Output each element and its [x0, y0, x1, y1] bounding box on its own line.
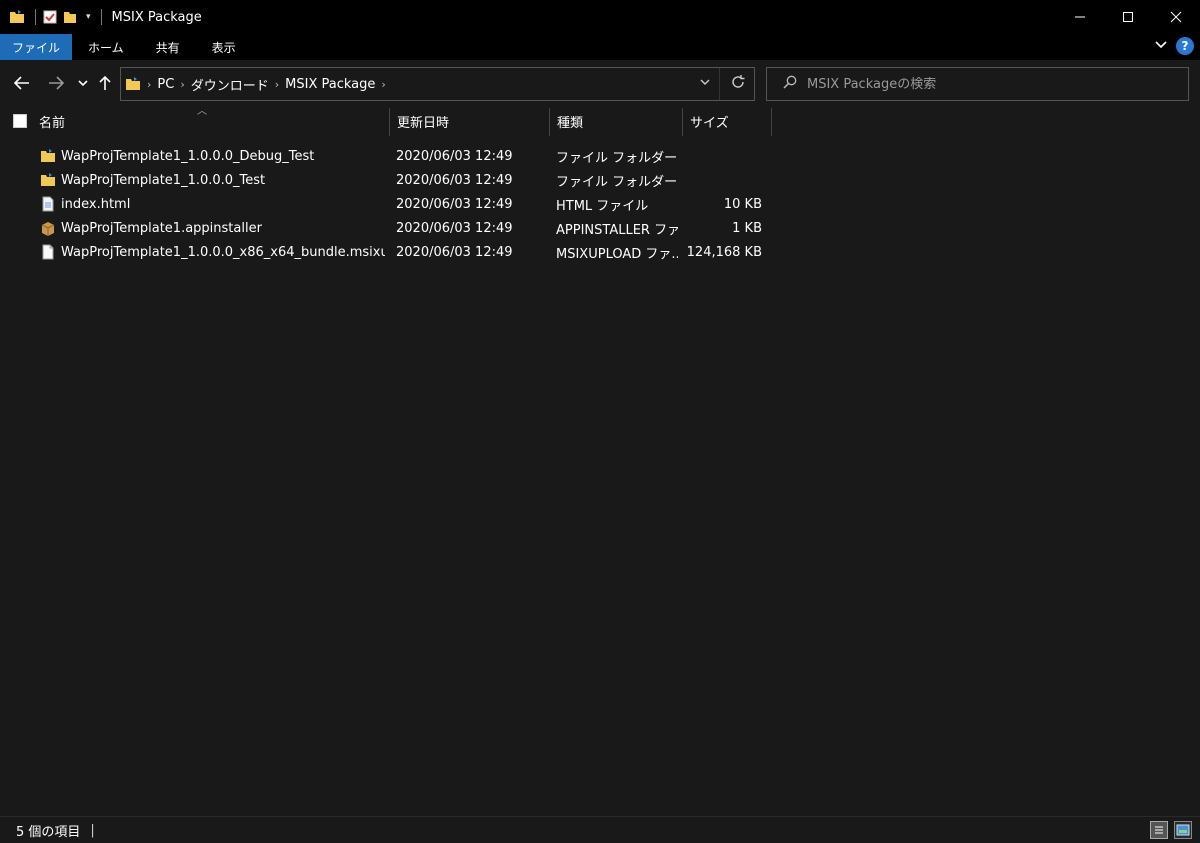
view-switcher	[1150, 821, 1192, 839]
large-icons-view-button[interactable]	[1174, 821, 1192, 839]
breadcrumb-pc[interactable]: PC	[153, 77, 178, 92]
column-header-row: ︿ 名前 更新日時 種類 サイズ	[0, 106, 1200, 136]
status-bar: 5 個の項目 |	[0, 816, 1200, 843]
search-box[interactable]	[766, 67, 1189, 101]
file-size: 124,168 KB	[686, 244, 762, 260]
ribbon-right-controls: ?	[1154, 37, 1194, 55]
column-header-name[interactable]: 名前	[32, 106, 389, 136]
navigation-bar: › PC › ダウンロード › MSIX Package ›	[0, 60, 1200, 106]
breadcrumb-chevron-icon[interactable]: ›	[273, 78, 281, 91]
html-file-icon	[40, 196, 56, 212]
tab-file[interactable]: ファイル	[0, 34, 73, 60]
file-name: WapProjTemplate1_1.0.0.0_Test	[61, 172, 266, 188]
back-button[interactable]	[11, 72, 33, 94]
status-separator: |	[90, 822, 95, 838]
maximize-button[interactable]	[1104, 0, 1152, 34]
file-date: 2020/06/03 12:49	[396, 196, 513, 212]
recent-locations-button[interactable]	[72, 72, 94, 94]
forward-arrow-icon	[49, 76, 64, 90]
properties-icon[interactable]	[42, 9, 58, 25]
column-header-date[interactable]: 更新日時	[390, 106, 549, 136]
file-size	[684, 144, 762, 168]
breadcrumb-msix-package[interactable]: MSIX Package	[281, 77, 379, 92]
refresh-icon	[732, 75, 745, 88]
customize-toolbar-dropdown-icon[interactable]: ▾	[86, 12, 91, 22]
minimize-button[interactable]	[1056, 0, 1104, 34]
file-date: 2020/06/03 12:49	[396, 220, 513, 236]
file-date: 2020/06/03 12:49	[396, 172, 513, 188]
tab-home[interactable]: ホーム	[72, 34, 140, 60]
window-title: MSIX Package	[111, 9, 202, 25]
window-controls	[1056, 0, 1200, 34]
file-name: WapProjTemplate1.appinstaller	[61, 220, 262, 236]
column-header-type[interactable]: 種類	[550, 106, 682, 136]
file-size: 10 KB	[723, 196, 762, 212]
folder-app-icon[interactable]	[9, 9, 25, 25]
file-name: WapProjTemplate1_1.0.0.0_Debug_Test	[61, 148, 315, 164]
refresh-button[interactable]	[730, 74, 746, 94]
toolbar-separator	[100, 9, 102, 25]
breadcrumb-chevron-icon[interactable]: ›	[178, 78, 186, 91]
maximize-icon	[1123, 12, 1133, 22]
toolbar-separator	[35, 9, 36, 25]
search-input[interactable]	[807, 76, 1167, 92]
file-type: HTML ファイル	[556, 198, 649, 214]
list-item[interactable]: WapProjTemplate1_1.0.0.0_Debug_Test 2020…	[0, 144, 780, 168]
column-header-size[interactable]: サイズ	[683, 106, 771, 136]
details-view-icon	[1155, 826, 1163, 834]
folder-location-icon	[125, 76, 141, 92]
chevron-down-icon	[78, 80, 88, 87]
select-all-checkbox[interactable]	[13, 114, 27, 128]
expand-ribbon-chevron-icon[interactable]	[1154, 39, 1168, 54]
details-view-button[interactable]	[1150, 821, 1168, 839]
breadcrumb: › PC › ダウンロード › MSIX Package ›	[121, 75, 388, 94]
ribbon-tabs: ファイル ホーム 共有 表示 ?	[0, 34, 1200, 60]
up-arrow-icon	[99, 75, 111, 90]
file-size: 1 KB	[732, 220, 762, 236]
back-arrow-icon	[14, 76, 29, 90]
help-button[interactable]: ?	[1176, 37, 1194, 55]
file-type: MSIXUPLOAD ファ...	[556, 246, 678, 262]
column-divider[interactable]	[771, 108, 772, 136]
file-type: ファイル フォルダー	[556, 174, 678, 190]
folder-icon	[40, 148, 56, 164]
list-item[interactable]: WapProjTemplate1_1.0.0.0_Test 2020/06/03…	[0, 168, 780, 192]
file-type: ファイル フォルダー	[556, 150, 678, 166]
file-name: WapProjTemplate1_1.0.0.0_x86_x64_bundle.…	[61, 244, 385, 260]
close-button[interactable]	[1152, 0, 1200, 34]
minimize-icon	[1075, 16, 1085, 18]
file-type: APPINSTALLER ファ...	[556, 222, 678, 238]
file-icon	[40, 244, 56, 260]
large-icons-view-icon	[1176, 824, 1190, 836]
search-icon	[783, 75, 797, 93]
close-icon	[1170, 11, 1182, 23]
address-history-chevron-icon[interactable]	[700, 76, 710, 89]
quick-access-toolbar: ▾ MSIX Package	[0, 0, 202, 34]
file-size	[684, 168, 762, 192]
item-count: 5 個の項目	[16, 824, 81, 840]
breadcrumb-chevron-icon[interactable]: ›	[145, 78, 153, 91]
address-divider	[719, 68, 720, 100]
breadcrumb-chevron-icon[interactable]: ›	[379, 78, 387, 91]
address-bar[interactable]: › PC › ダウンロード › MSIX Package ›	[120, 67, 755, 101]
file-list-pane: ︿ 名前 更新日時 種類 サイズ WapProjTemplate1_1.0.0.…	[0, 106, 1200, 816]
package-icon	[40, 220, 56, 236]
title-bar: ▾ MSIX Package	[0, 0, 1200, 34]
list-item[interactable]: WapProjTemplate1_1.0.0.0_x86_x64_bundle.…	[0, 240, 780, 264]
list-item[interactable]: index.html 2020/06/03 12:49 HTML ファイル 10…	[0, 192, 780, 216]
file-name: index.html	[61, 196, 131, 212]
tab-view[interactable]: 表示	[196, 34, 252, 60]
file-date: 2020/06/03 12:49	[396, 244, 513, 260]
up-button[interactable]	[94, 72, 116, 94]
list-item[interactable]: WapProjTemplate1.appinstaller 2020/06/03…	[0, 216, 780, 240]
breadcrumb-downloads[interactable]: ダウンロード	[187, 75, 273, 94]
forward-button[interactable]	[45, 72, 67, 94]
tab-share[interactable]: 共有	[140, 34, 196, 60]
new-folder-icon[interactable]	[62, 9, 78, 25]
file-date: 2020/06/03 12:49	[396, 148, 513, 164]
folder-icon	[40, 172, 56, 188]
